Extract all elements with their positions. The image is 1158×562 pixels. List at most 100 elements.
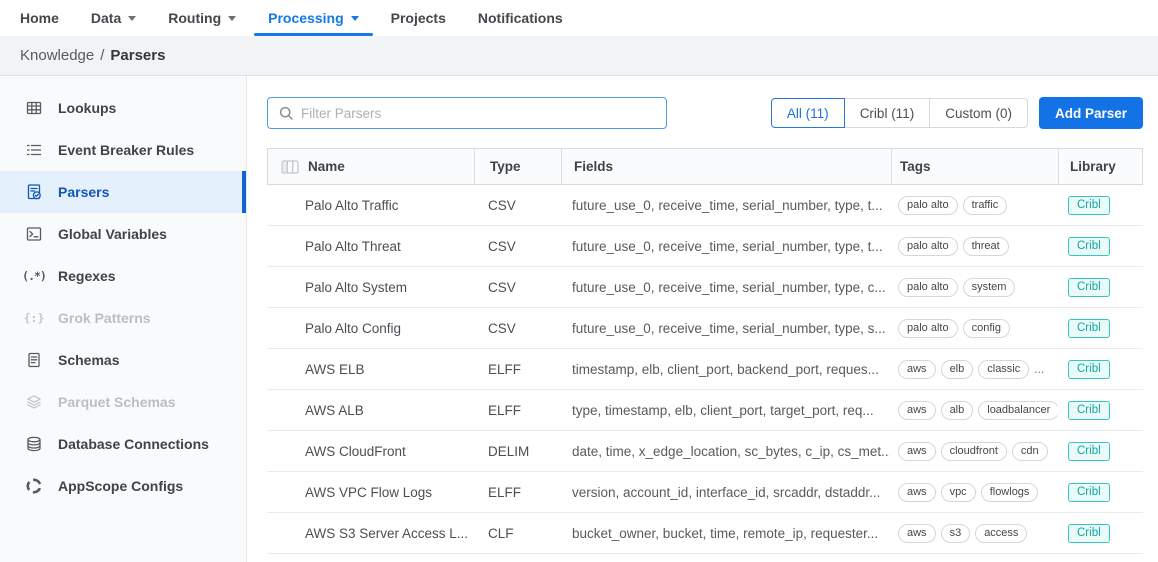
parser-fields: type, timestamp, elb, client_port, targe… xyxy=(572,402,874,418)
table-row[interactable]: Palo Alto Config CSV future_use_0, receive… xyxy=(267,308,1143,349)
nav-item-label: Processing xyxy=(268,10,344,26)
parser-fields: bucket_owner, bucket, time, remote_ip, r… xyxy=(572,525,879,541)
parser-fields: future_use_0, receive_time, serial_numbe… xyxy=(572,320,886,336)
column-header-label: Type xyxy=(490,159,521,174)
library-badge: Cribl xyxy=(1068,523,1110,543)
column-header-label: Tags xyxy=(900,159,931,174)
nav-item-routing[interactable]: Routing xyxy=(152,0,252,36)
nav-item-label: Routing xyxy=(168,10,222,26)
column-header-library: Library xyxy=(1058,149,1142,184)
sidebar-item-label: Regexes xyxy=(58,268,116,284)
sidebar-item-label: Parsers xyxy=(58,184,110,200)
sidebar-item-label: Schemas xyxy=(58,352,120,368)
table-row[interactable]: AWS ALB ELFF type, timestamp, elb, client_… xyxy=(267,390,1143,431)
parsers-main: All (11)Cribl (11)Custom (0) Add Parser … xyxy=(247,76,1158,562)
parser-type: CSV xyxy=(488,197,516,213)
table-row[interactable]: AWS ELB ELFF timestamp, elb, client_port, … xyxy=(267,349,1143,390)
sidebar-item-appscope-configs[interactable]: AppScope Configs xyxy=(0,465,246,507)
filter-parsers-input[interactable] xyxy=(301,105,656,121)
schema-document-icon xyxy=(24,351,44,369)
library-badge: Cribl xyxy=(1068,482,1110,502)
top-nav-items: Home Data Routing Processing Projects Notific… xyxy=(4,0,579,36)
parser-name: AWS ALB xyxy=(305,402,364,418)
sidebar-item-label: Parquet Schemas xyxy=(58,394,176,410)
sidebar-item-event-breaker-rules[interactable]: Event Breaker Rules xyxy=(0,129,246,171)
table-row[interactable]: AWS S3 Server Access L... CLF bucket_owner… xyxy=(267,513,1143,554)
nav-item-projects[interactable]: Projects xyxy=(375,0,462,36)
parser-type: CLF xyxy=(488,525,514,541)
parser-type: CSV xyxy=(488,279,516,295)
tag-pill: s3 xyxy=(940,523,971,543)
library-badge: Cribl xyxy=(1068,195,1110,215)
tag-pill: cloudfront xyxy=(940,441,1007,461)
parser-tags: aws alb loadbalancer xyxy=(890,400,1057,420)
breadcrumb-page: Parsers xyxy=(110,47,166,64)
tag-pill: elb xyxy=(940,359,974,379)
sidebar-item-schemas[interactable]: Schemas xyxy=(0,339,246,381)
tag-pill: vpc xyxy=(940,482,976,502)
parser-library: Cribl xyxy=(1057,523,1143,543)
nav-item-processing[interactable]: Processing xyxy=(252,0,374,36)
chevron-down-icon xyxy=(128,15,137,21)
sidebar-item-parsers[interactable]: Parsers xyxy=(0,171,246,213)
sidebar-item-database-connections[interactable]: Database Connections xyxy=(0,423,246,465)
parser-name: Palo Alto System xyxy=(305,279,408,295)
nav-item-label: Projects xyxy=(390,10,446,26)
breadcrumb-section[interactable]: Knowledge xyxy=(20,47,94,64)
tag-pill: threat xyxy=(962,236,1009,256)
table-row[interactable]: Palo Alto System CSV future_use_0, receive… xyxy=(267,267,1143,308)
parser-tags: aws vpc flowlogs xyxy=(890,482,1057,502)
library-badge: Cribl xyxy=(1068,359,1110,379)
breadcrumb-separator: / xyxy=(100,47,105,64)
top-nav: Home Data Routing Processing Projects Notific… xyxy=(0,0,1158,36)
filter-parsers-box[interactable] xyxy=(267,97,667,129)
parser-tags: aws elb classic... xyxy=(890,359,1057,379)
library-badge: Cribl xyxy=(1068,277,1110,297)
table-row[interactable]: Palo Alto Traffic CSV future_use_0, receiv… xyxy=(267,185,1143,226)
column-header-tags: Tags xyxy=(891,149,1058,184)
parser-type: CSV xyxy=(488,320,516,336)
sidebar-item-lookups[interactable]: Lookups xyxy=(0,87,246,129)
grok-icon: {:} xyxy=(23,311,45,325)
nav-item-notifications[interactable]: Notifications xyxy=(462,0,579,36)
list-icon xyxy=(24,141,44,159)
tab-custom-0[interactable]: Custom (0) xyxy=(929,98,1028,128)
table-row[interactable]: AWS CloudFront DELIM date, time, x_edge_lo… xyxy=(267,431,1143,472)
tag-pill: palo alto xyxy=(898,277,958,297)
tab-all-11[interactable]: All (11) xyxy=(770,98,845,128)
table-grid-icon xyxy=(24,99,44,117)
parser-type: ELFF xyxy=(488,361,522,377)
nav-item-home[interactable]: Home xyxy=(4,0,75,36)
parser-name: AWS ELB xyxy=(305,361,365,377)
tag-pill: aws xyxy=(898,523,936,543)
sidebar-item-label: Global Variables xyxy=(58,226,167,242)
parser-fields: date, time, x_edge_location, sc_bytes, c… xyxy=(572,443,890,459)
parser-library: Cribl xyxy=(1057,400,1143,420)
layers-icon xyxy=(24,393,44,411)
sidebar-item-regexes[interactable]: (.*) Regexes xyxy=(0,255,246,297)
parsers-toolbar: All (11)Cribl (11)Custom (0) Add Parser xyxy=(267,97,1143,129)
table-row[interactable]: AWS VPC Flow Logs ELFF version, account_id… xyxy=(267,472,1143,513)
parser-tags: palo alto config xyxy=(890,318,1057,338)
sidebar-item-global-variables[interactable]: Global Variables xyxy=(0,213,246,255)
column-header-label: Name xyxy=(308,159,345,174)
nav-item-label: Home xyxy=(20,10,59,26)
columns-icon[interactable] xyxy=(281,159,299,175)
parser-library: Cribl xyxy=(1057,441,1143,461)
nav-item-data[interactable]: Data xyxy=(75,0,152,36)
tab-cribl-11[interactable]: Cribl (11) xyxy=(843,98,931,128)
tag-pill: palo alto xyxy=(898,318,958,338)
breadcrumb: Knowledge / Parsers xyxy=(0,36,1158,76)
tag-pill: aws xyxy=(898,359,936,379)
table-row[interactable]: Palo Alto Threat CSV future_use_0, receive… xyxy=(267,226,1143,267)
parser-type: DELIM xyxy=(488,443,530,459)
parser-tags: palo alto traffic xyxy=(890,195,1057,215)
parser-type: ELFF xyxy=(488,484,522,500)
parser-library: Cribl xyxy=(1057,195,1143,215)
add-parser-button[interactable]: Add Parser xyxy=(1038,97,1143,129)
parser-name: AWS S3 Server Access L... xyxy=(305,525,469,541)
parser-library: Cribl xyxy=(1057,359,1143,379)
parser-fields: future_use_0, receive_time, serial_numbe… xyxy=(572,197,883,213)
parser-name: AWS VPC Flow Logs xyxy=(305,484,433,500)
tag-pill: config xyxy=(962,318,1010,338)
